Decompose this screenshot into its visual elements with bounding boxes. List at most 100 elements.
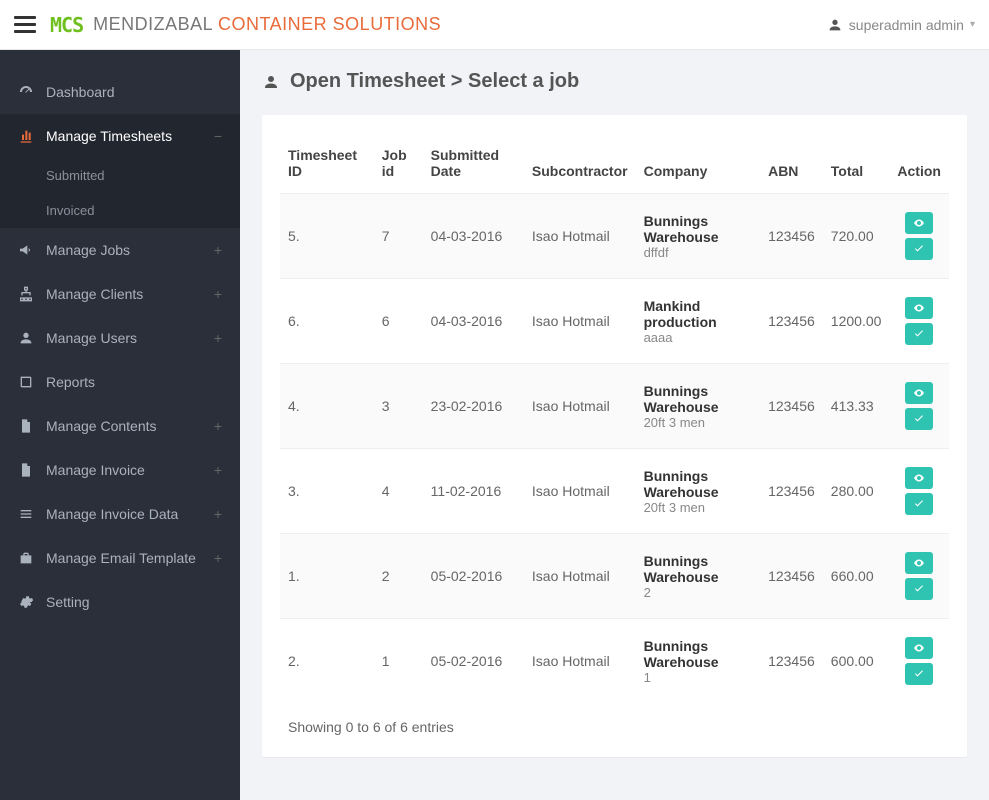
approve-button[interactable] [905,238,933,260]
cell-timesheet-id: 1. [280,534,374,619]
cell-subcontractor: Isao Hotmail [524,449,636,534]
cell-action [889,449,949,534]
cell-abn: 123456 [760,194,823,279]
menu-toggle[interactable] [14,16,36,33]
cell-action [889,194,949,279]
col-total[interactable]: Total [823,133,890,194]
view-button[interactable] [905,212,933,234]
cell-subcontractor: Isao Hotmail [524,364,636,449]
cell-action [889,279,949,364]
cell-subcontractor: Isao Hotmail [524,619,636,704]
sidebar: Dashboard Manage Timesheets −SubmittedIn… [0,50,240,800]
check-icon [913,328,925,340]
user-menu[interactable]: superadmin admin ▾ [827,17,975,33]
cell-company: Bunnings Warehouse 1 [636,619,761,704]
sidebar-item-label: Manage Clients [46,286,143,302]
page-title-suffix: Select a job [468,70,579,92]
topbar: MCS MENDIZABAL CONTAINER SOLUTIONS super… [0,0,989,50]
file-icon [18,418,34,434]
col-action[interactable]: Action [889,133,949,194]
approve-button[interactable] [905,578,933,600]
cell-subcontractor: Isao Hotmail [524,279,636,364]
cell-total: 720.00 [823,194,890,279]
view-button[interactable] [905,637,933,659]
sidebar-subitem-submitted[interactable]: Submitted [0,158,240,193]
col-abn[interactable]: ABN [760,133,823,194]
approve-button[interactable] [905,493,933,515]
user-name: superadmin admin [849,17,964,33]
sidebar-item-label: Manage Users [46,330,137,346]
eye-icon [913,302,925,314]
cell-subcontractor: Isao Hotmail [524,194,636,279]
cell-date: 05-02-2016 [423,619,524,704]
approve-button[interactable] [905,663,933,685]
cell-abn: 123456 [760,449,823,534]
page-title: Open Timesheet > Select a job [262,70,967,93]
cell-action [889,619,949,704]
sidebar-item-manage-timesheets[interactable]: Manage Timesheets − [0,114,240,158]
col-submitted[interactable]: Submitted Date [423,133,524,194]
megaphone-icon [18,242,34,258]
col-job-id[interactable]: Job id [374,133,423,194]
cell-date: 04-03-2016 [423,279,524,364]
view-button[interactable] [905,467,933,489]
sidebar-item-manage-clients[interactable]: Manage Clients + [0,272,240,316]
sidebar-item-label: Manage Invoice Data [46,506,178,522]
col-timesheet-id[interactable]: Timesheet ID [280,133,374,194]
cell-timesheet-id: 3. [280,449,374,534]
col-subcontractor[interactable]: Subcontractor [524,133,636,194]
sidebar-item-manage-jobs[interactable]: Manage Jobs + [0,228,240,272]
expander-icon: + [214,506,222,522]
dashboard-icon [18,84,34,100]
timesheet-table: Timesheet ID Job id Submitted Date Subco… [280,133,949,703]
timesheet-table-card: Timesheet ID Job id Submitted Date Subco… [262,115,967,757]
sidebar-item-manage-contents[interactable]: Manage Contents + [0,404,240,448]
brand-word2: CONTAINER SOLUTIONS [218,14,441,34]
eye-icon [913,642,925,654]
cell-company: Bunnings Warehouse 20ft 3 men [636,449,761,534]
cell-total: 1200.00 [823,279,890,364]
eye-icon [913,557,925,569]
expander-icon: + [214,462,222,478]
sidebar-item-manage-invoice[interactable]: Manage Invoice + [0,448,240,492]
col-company[interactable]: Company [636,133,761,194]
table-row: 2. 1 05-02-2016 Isao Hotmail Bunnings Wa… [280,619,949,704]
cell-date: 11-02-2016 [423,449,524,534]
sidebar-item-dashboard[interactable]: Dashboard [0,70,240,114]
file-icon [18,462,34,478]
table-row: 5. 7 04-03-2016 Isao Hotmail Bunnings Wa… [280,194,949,279]
sidebar-item-manage-email-template[interactable]: Manage Email Template + [0,536,240,580]
view-button[interactable] [905,382,933,404]
sidebar-item-label: Manage Timesheets [46,128,172,144]
view-button[interactable] [905,552,933,574]
page-title-prefix: Open Timesheet [290,70,445,92]
user-icon [827,17,843,33]
expander-icon: + [214,330,222,346]
cell-date: 05-02-2016 [423,534,524,619]
cell-timesheet-id: 5. [280,194,374,279]
approve-button[interactable] [905,408,933,430]
sidebar-item-reports[interactable]: Reports [0,360,240,404]
check-icon [913,243,925,255]
main-content: Open Timesheet > Select a job Timesheet … [240,50,989,800]
cell-action [889,364,949,449]
cell-abn: 123456 [760,619,823,704]
cell-job-id: 6 [374,279,423,364]
cell-job-id: 3 [374,364,423,449]
sidebar-item-manage-users[interactable]: Manage Users + [0,316,240,360]
sidebar-item-label: Setting [46,594,90,610]
brand: MCS MENDIZABAL CONTAINER SOLUTIONS [50,13,441,37]
sitemap-icon [18,286,34,302]
expander-icon: + [214,286,222,302]
table-row: 4. 3 23-02-2016 Isao Hotmail Bunnings Wa… [280,364,949,449]
check-icon [913,498,925,510]
sidebar-item-setting[interactable]: Setting [0,580,240,624]
view-button[interactable] [905,297,933,319]
expander-icon: + [214,242,222,258]
cell-job-id: 1 [374,619,423,704]
brand-logo: MCS [50,13,83,37]
sidebar-subitem-invoiced[interactable]: Invoiced [0,193,240,228]
cell-date: 04-03-2016 [423,194,524,279]
approve-button[interactable] [905,323,933,345]
sidebar-item-manage-invoice-data[interactable]: Manage Invoice Data + [0,492,240,536]
